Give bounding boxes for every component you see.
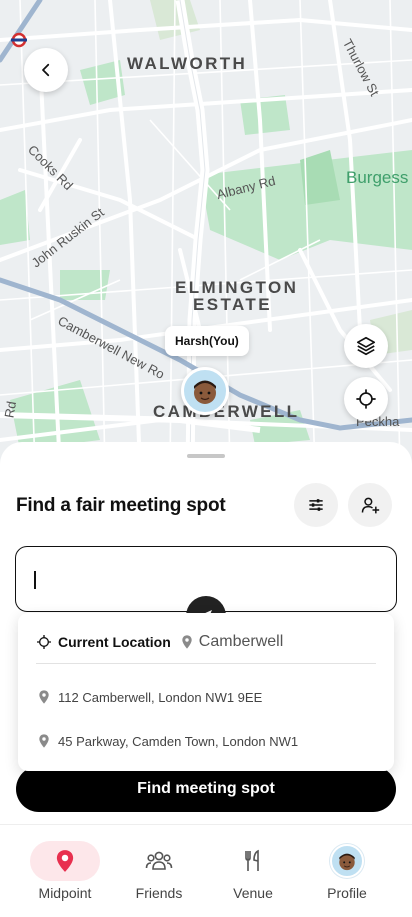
map-pin-icon bbox=[182, 635, 192, 649]
street-label-rd: Rd bbox=[1, 400, 20, 419]
locate-button[interactable] bbox=[344, 377, 388, 421]
nav-item-midpoint[interactable]: Midpoint bbox=[20, 841, 110, 901]
address-suggestion-1[interactable]: 112 Camberwell, London NW1 9EE bbox=[36, 689, 262, 705]
you-avatar[interactable] bbox=[181, 367, 229, 415]
sheet-handle[interactable] bbox=[187, 454, 225, 458]
map-pin-icon bbox=[56, 850, 74, 872]
people-icon bbox=[145, 851, 173, 870]
crosshair-icon bbox=[356, 389, 376, 409]
address-text: 112 Camberwell, London NW1 9EE bbox=[58, 689, 263, 705]
avatar-icon bbox=[194, 380, 216, 404]
nav-label-midpoint: Midpoint bbox=[38, 885, 92, 901]
text-caret bbox=[34, 571, 36, 589]
area-label-camberwell: CAMBERWELL bbox=[153, 402, 300, 421]
current-location-option[interactable]: Current Location Camberwell bbox=[36, 633, 283, 651]
you-marker-label: Harsh(You) bbox=[165, 326, 249, 356]
area-label-estate: ESTATE bbox=[193, 295, 272, 314]
crosshair-icon bbox=[37, 635, 51, 649]
nav-label-venue: Venue bbox=[233, 885, 273, 901]
find-meeting-spot-button[interactable]: Find meeting spot bbox=[16, 766, 396, 812]
nav-item-friends[interactable]: Friends bbox=[114, 841, 204, 901]
nav-label-friends: Friends bbox=[135, 885, 183, 901]
divider bbox=[36, 663, 376, 664]
map-pin-icon bbox=[39, 690, 49, 704]
layers-button[interactable] bbox=[344, 324, 388, 368]
park-label-burgess: Burgess bbox=[346, 168, 409, 187]
back-button[interactable] bbox=[24, 48, 68, 92]
address-text: 45 Parkway, Camden Town, London NW1 bbox=[58, 733, 299, 749]
location-suggestions-dropdown: Current Location Camberwell 112 Camberwe… bbox=[18, 613, 394, 771]
avatar-icon bbox=[339, 853, 355, 871]
sliders-icon bbox=[309, 499, 323, 511]
nav-icon-container bbox=[30, 841, 100, 881]
nav-icon-container bbox=[124, 841, 194, 881]
sheet-title: Find a fair meeting spot bbox=[16, 495, 226, 516]
layers-icon bbox=[356, 336, 376, 356]
map-pin-icon bbox=[39, 734, 49, 748]
bottom-navigation: Midpoint Friends Venue Profile bbox=[0, 824, 412, 917]
add-person-button[interactable] bbox=[348, 483, 392, 527]
profile-avatar bbox=[330, 844, 364, 878]
bottom-sheet: Find a fair meeting spot Current Locatio… bbox=[0, 442, 412, 842]
fork-knife-icon bbox=[245, 849, 259, 871]
nav-icon-container bbox=[218, 841, 288, 881]
filter-button[interactable] bbox=[294, 483, 338, 527]
chevron-left-icon bbox=[42, 63, 50, 77]
area-label-walworth: WALWORTH bbox=[127, 54, 248, 73]
address-suggestion-2[interactable]: 45 Parkway, Camden Town, London NW1 bbox=[36, 733, 298, 749]
current-location-label: Current Location bbox=[58, 634, 171, 650]
user-plus-icon bbox=[361, 497, 380, 514]
current-city: Camberwell bbox=[198, 633, 284, 650]
nav-item-profile[interactable]: Profile bbox=[302, 841, 392, 901]
nav-item-venue[interactable]: Venue bbox=[208, 841, 298, 901]
map-view[interactable]: WALWORTH ELMINGTON ESTATE CAMBERWELL Bur… bbox=[0, 0, 412, 470]
nav-icon-container bbox=[312, 841, 382, 881]
nav-label-profile: Profile bbox=[327, 885, 367, 901]
